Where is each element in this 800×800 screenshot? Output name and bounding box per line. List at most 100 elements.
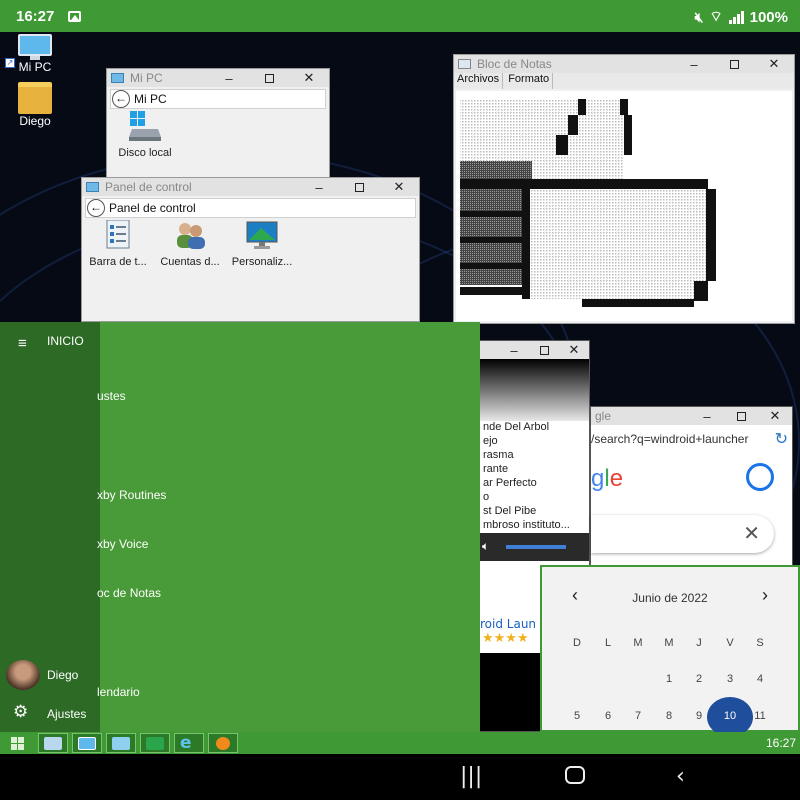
minimize-button[interactable]: –: [499, 343, 529, 358]
menu-item-bixby-routines[interactable]: xby Routines: [97, 488, 166, 502]
song-item[interactable]: rasma: [480, 449, 589, 463]
control-item-personalization[interactable]: Personaliz...: [226, 220, 298, 268]
home-button[interactable]: [565, 766, 585, 784]
taskbar-app-notepad[interactable]: [38, 733, 68, 753]
close-button[interactable]: ✕: [379, 179, 419, 195]
taskbar-clock[interactable]: 16:27: [766, 736, 796, 750]
notepad-text-area[interactable]: [456, 91, 792, 321]
volume-icon[interactable]: 🔈︎: [482, 539, 489, 554]
calendar-popup[interactable]: ‹ Junio de 2022 › D L M M J V S 1 2 3 4 …: [540, 565, 800, 737]
taskbar-app-personalization[interactable]: [140, 733, 170, 753]
song-item[interactable]: nde Del Arbol: [480, 421, 589, 435]
next-month-button[interactable]: ›: [762, 585, 768, 606]
window-control-panel[interactable]: Panel de control – ✕ ← Panel de control …: [81, 177, 420, 322]
window-titlebar[interactable]: Bloc de Notas – ✕: [454, 55, 794, 73]
close-button[interactable]: ✕: [754, 56, 794, 72]
search-box[interactable]: ✕: [591, 515, 774, 553]
weekday-header: L: [604, 637, 612, 649]
maximize-button[interactable]: [249, 73, 289, 83]
window-title: gle: [595, 409, 612, 423]
calendar-day-selected[interactable]: 10: [715, 710, 745, 722]
user-avatar[interactable]: [6, 660, 40, 690]
control-item-label: Barra de t...: [89, 256, 147, 268]
chrome-page[interactable]: gle ✕: [591, 453, 792, 565]
calendar-day[interactable]: 5: [562, 710, 592, 722]
address-bar[interactable]: ← Mi PC: [110, 89, 326, 109]
taskbar-app-mi-pc[interactable]: [72, 733, 102, 753]
minimize-button[interactable]: –: [674, 57, 714, 72]
window-chrome[interactable]: gle – ✕ /search?q=windroid+launcher ↻ gl…: [590, 406, 793, 566]
result-title[interactable]: roid Laun: [480, 617, 536, 631]
reload-icon[interactable]: ↻: [775, 429, 792, 449]
menu-formato[interactable]: Formato: [505, 73, 554, 89]
close-button[interactable]: ✕: [559, 342, 589, 358]
control-item-taskbar[interactable]: Barra de t...: [82, 220, 154, 268]
song-item[interactable]: ar Perfecto: [480, 477, 589, 491]
window-titlebar[interactable]: – ✕: [480, 341, 589, 359]
close-button[interactable]: ✕: [289, 70, 329, 86]
back-arrow-icon[interactable]: ←: [112, 90, 130, 108]
drive-item[interactable]: Disco local: [109, 111, 181, 159]
menu-item-calendario[interactable]: lendario: [97, 685, 140, 699]
menu-archivos[interactable]: Archivos: [454, 73, 504, 89]
minimize-button[interactable]: –: [690, 409, 724, 424]
desktop-icon-mi-pc[interactable]: ↗ Mi PC: [5, 34, 65, 74]
chrome-address-bar[interactable]: /search?q=windroid+launcher ↻: [591, 425, 792, 453]
minimize-button[interactable]: –: [209, 71, 249, 86]
back-button[interactable]: ‹: [676, 764, 685, 789]
account-icon[interactable]: [746, 463, 774, 491]
notepad-icon: [458, 59, 471, 69]
address-text: Mi PC: [134, 92, 167, 106]
menu-item-ajustes[interactable]: ustes: [97, 389, 126, 403]
user-accounts-icon: [177, 223, 205, 249]
media-player-icon: [216, 737, 230, 750]
start-menu[interactable]: ≡ INICIO ustes xby Routines xby Voice oc…: [0, 322, 480, 732]
taskbar-app-control-panel[interactable]: [106, 733, 136, 753]
settings-label[interactable]: Ajustes: [47, 707, 86, 721]
gear-icon[interactable]: ⚙: [13, 702, 28, 722]
volume-slider[interactable]: [506, 545, 566, 549]
calendar-day[interactable]: 11: [745, 710, 775, 722]
calendar-day[interactable]: 2: [684, 673, 714, 685]
menu-item-bixby-voice[interactable]: xby Voice: [97, 537, 148, 551]
song-item[interactable]: ejo: [480, 435, 589, 449]
taskbar-app-browser[interactable]: e: [174, 733, 204, 753]
maximize-button[interactable]: [724, 411, 758, 421]
maximize-button[interactable]: [714, 59, 754, 69]
window-titlebar[interactable]: Mi PC – ✕: [107, 69, 329, 87]
calendar-day[interactable]: 4: [745, 673, 775, 685]
close-button[interactable]: ✕: [758, 408, 792, 424]
taskbar-app-media-player[interactable]: [208, 733, 238, 753]
control-item-accounts[interactable]: Cuentas d...: [154, 220, 226, 268]
recent-apps-button[interactable]: |||: [460, 764, 482, 789]
calendar-day[interactable]: 1: [654, 673, 684, 685]
calendar-day[interactable]: 3: [715, 673, 745, 685]
window-title: Panel de control: [105, 180, 192, 194]
maximize-button[interactable]: [529, 345, 559, 355]
address-bar[interactable]: ← Panel de control: [85, 198, 416, 218]
song-item[interactable]: o: [480, 491, 589, 505]
folder-icon: [18, 82, 52, 114]
window-titlebar[interactable]: gle – ✕: [591, 407, 792, 425]
start-button[interactable]: [3, 735, 33, 751]
song-item[interactable]: mbroso instituto...: [480, 519, 589, 533]
minimize-button[interactable]: –: [299, 180, 339, 195]
weekday-header: J: [696, 637, 702, 649]
song-item[interactable]: st Del Pibe: [480, 505, 589, 519]
calendar-day[interactable]: 7: [623, 710, 653, 722]
window-mi-pc[interactable]: Mi PC – ✕ ← Mi PC Disco local: [106, 68, 330, 188]
menu-item-bloc-de-notas[interactable]: oc de Notas: [97, 586, 161, 600]
clear-search-icon[interactable]: ✕: [743, 521, 760, 545]
calendar-day[interactable]: 9: [684, 710, 714, 722]
hamburger-menu-icon[interactable]: ≡: [18, 335, 27, 352]
window-notepad[interactable]: Bloc de Notas – ✕ Archivos Formato: [453, 54, 795, 324]
maximize-button[interactable]: [339, 182, 379, 192]
calendar-day[interactable]: 6: [593, 710, 623, 722]
window-titlebar[interactable]: Panel de control – ✕: [82, 178, 419, 196]
back-arrow-icon[interactable]: ←: [87, 199, 105, 217]
hard-drive-icon: [129, 111, 161, 141]
calendar-day[interactable]: 8: [654, 710, 684, 722]
song-item[interactable]: rante: [480, 463, 589, 477]
desktop-icon-diego[interactable]: Diego: [5, 82, 65, 128]
user-name[interactable]: Diego: [47, 668, 78, 682]
